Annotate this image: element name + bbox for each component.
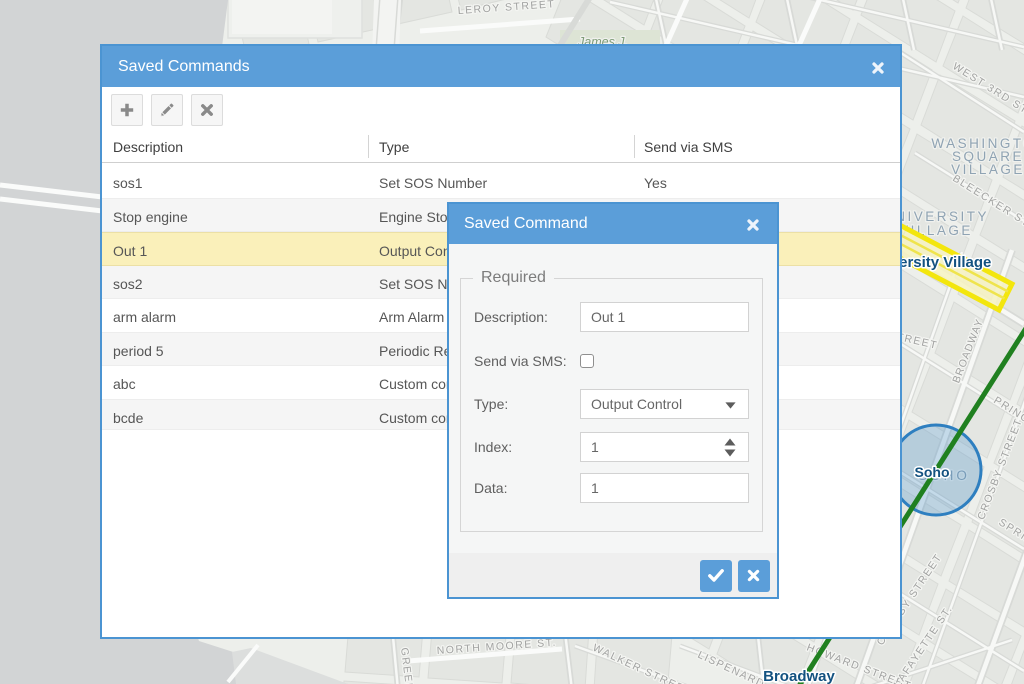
svg-text:Soho: Soho bbox=[915, 464, 950, 480]
svg-text:Broadway: Broadway bbox=[763, 668, 835, 684]
svg-text:VILLAGE: VILLAGE bbox=[951, 162, 1024, 177]
